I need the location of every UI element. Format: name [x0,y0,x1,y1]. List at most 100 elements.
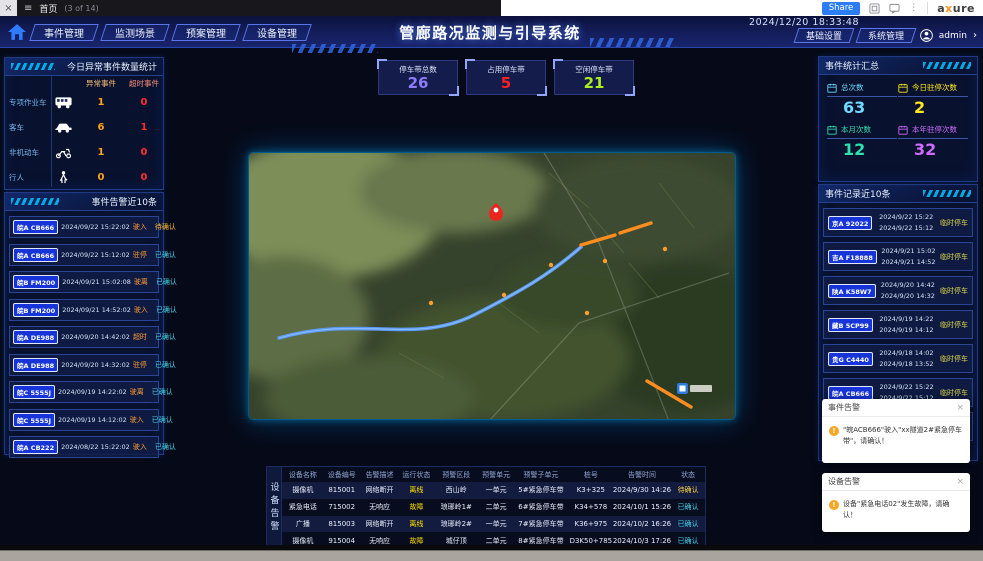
table-header-cell: 桩号 [569,467,613,482]
table-cell: K3+325 [569,482,613,499]
license-plate[interactable]: 皖A CB222 [13,440,58,454]
license-plate[interactable]: 皖A CB666 [13,220,58,234]
overtime-count: 0 [125,147,163,158]
sitemap-menu-icon[interactable]: ≡ [24,3,32,14]
settings-nav-button[interactable]: 基础设置 [793,28,854,43]
username[interactable]: admin [939,31,967,41]
user-avatar-icon[interactable] [920,29,933,42]
axure-logo: axure [937,2,975,15]
popup-title: 事件告警 [828,402,860,413]
license-plate[interactable]: 京A 92022 [828,216,872,230]
event-alert-row[interactable]: 皖C 5555J 2024/09/19 14:22:02 驶离 已确认 [9,381,159,403]
event-alert-row[interactable]: 皖B FM200 2024/09/21 14:52:02 驶入 已确认 [9,299,159,321]
status-badge: 已确认 [151,332,176,342]
table-header-cell: 告警时间 [613,467,671,482]
event-record-row[interactable]: 陕A K58W7 2024/9/20 14:422024/9/20 14:32 … [823,276,973,305]
event-alert-row[interactable]: 皖B FM200 2024/09/21 15:02:08 驶离 已确认 [9,271,159,293]
license-plate[interactable]: 皖C 5555J [13,385,55,399]
event-time: 2024/09/20 14:42:02 [61,333,130,341]
record-type: 临时停车 [940,218,968,228]
nav-button[interactable]: 事件管理 [29,24,99,41]
summary-grid: 总次数 63 今日驻停次数 2 本月次数 12 [819,75,977,158]
nav-button[interactable]: 预案管理 [171,24,241,41]
user-menu-arrow-icon[interactable]: › [973,30,977,41]
event-alert-row[interactable]: 皖A CB666 2024/09/22 15:12:02 驻停 已确认 [9,244,159,266]
page-count: (3 of 14) [64,4,98,13]
popup-title: 设备告警 [828,476,860,487]
calendar-icon [898,83,908,93]
table-row[interactable]: 摄像机815001网络断开离线西山岭一单元5#紧急停车带K3+3252024/9… [282,482,705,499]
license-plate[interactable]: 陕A K58W7 [828,284,876,298]
stat-row: 非机动车 1 0 [5,140,163,165]
license-plate[interactable]: 皖C 5555J [13,413,55,427]
summary-label: 本月次数 [841,124,871,135]
event-time: 2024/09/19 14:22:02 [58,388,127,396]
warning-icon: ! [829,426,839,436]
table-cell: K34+578 [569,499,613,516]
table-cell: 一单元 [479,482,513,499]
console-icon[interactable] [869,3,880,14]
event-time: 2024/08/22 15:22:02 [61,443,130,451]
nav-button[interactable]: 设备管理 [242,24,312,41]
event-time: 2024/09/19 14:12:02 [58,416,127,424]
status-badge: 已确认 [152,277,177,287]
license-plate[interactable]: 皖A CB666 [13,248,58,262]
event-type: 驶入 [133,442,148,452]
table-row[interactable]: 广播815003网络断开离线琅琊岭2#一单元7#紧急停车带K36+9752024… [282,516,705,533]
event-alert-row[interactable]: 皖A CB666 2024/09/22 15:22:02 驶入 待确认 [9,216,159,238]
event-alert-row[interactable]: 皖C 5555J 2024/09/19 14:12:02 驶入 已确认 [9,409,159,431]
close-icon[interactable]: × [0,0,17,16]
event-alert-row[interactable]: 皖A DE988 2024/09/20 14:42:02 超时 已确认 [9,326,159,348]
license-plate[interactable]: 吉A F18888 [828,250,877,264]
event-type: 驶入 [134,305,149,315]
summary-value: 63 [843,100,898,116]
event-alert-row[interactable]: 皖A DE988 2024/09/20 14:32:02 驻停 已确认 [9,354,159,376]
table-cell: 摄像机 [282,482,324,499]
event-type: 驻停 [133,250,148,260]
table-cell: 无响应 [360,499,400,516]
stat-box: 停车带总数 26 [378,60,458,95]
home-icon[interactable] [8,24,26,40]
event-record-row[interactable]: 贵G C4440 2024/9/18 14:022024/9/18 13:52 … [823,344,973,373]
summary-label: 今日驻停次数 [912,82,957,93]
abnormal-count: 0 [77,172,125,183]
license-plate[interactable]: 皖A CB666 [828,386,873,400]
table-cell: 已确认 [671,516,705,533]
event-alert-row[interactable]: 皖A CB222 2024/08/22 15:22:02 驶入 已确认 [9,436,159,458]
license-plate[interactable]: 藏B 5CP99 [828,318,873,332]
col-abnormal: 异常事件 [77,78,125,89]
table-row[interactable]: 紧急电话715002无响应故障琅琊岭1#二单元6#紧急停车带K34+578202… [282,499,705,516]
map-satellite[interactable] [248,152,736,420]
table-cell: 2024/9/30 14:26 [613,482,671,499]
category-label: 客车 [5,122,49,133]
license-plate[interactable]: 贵G C4440 [828,352,873,366]
nav-button[interactable]: 监测场景 [100,24,170,41]
event-record-row[interactable]: 藏B 5CP99 2024/9/19 14:222024/9/19 14:12 … [823,310,973,339]
license-plate[interactable]: 皖B FM200 [13,303,59,317]
close-icon[interactable]: × [956,403,964,413]
event-record-row[interactable]: 吉A F18888 2024/9/21 15:022024/9/21 14:52… [823,242,973,271]
license-plate[interactable]: 皖A DE988 [13,358,58,372]
close-icon[interactable]: × [956,477,964,487]
page-title-bar: ≡ 首页 (3 of 14) [17,0,501,16]
settings-nav-button[interactable]: 系统管理 [855,28,916,43]
event-record-row[interactable]: 京A 92022 2024/9/22 15:222024/9/22 15:12 … [823,208,973,237]
event-time: 2024/09/21 15:02:08 [62,278,131,286]
event-time: 2024/09/21 14:52:02 [62,306,131,314]
browser-toolbar-right: Share ⋮ axure [822,0,983,16]
comment-icon[interactable] [889,3,900,14]
table-side-label: 设备告警 [267,467,282,549]
event-summary-panel: 事件统计汇总 总次数 63 今日驻停次数 2 [818,56,978,182]
overtime-count: 0 [125,172,163,183]
panel-title: 事件记录近10条 [825,187,890,200]
table-cell: 离线 [399,516,433,533]
table-cell: 已确认 [671,499,705,516]
share-button[interactable]: Share [822,2,861,15]
more-options-icon[interactable]: ⋮ [909,3,918,13]
license-plate[interactable]: 皖A DE988 [13,330,58,344]
app-header: 事件管理监测场景预案管理设备管理 管廊路况监测与引导系统 2024/12/20 … [0,16,983,48]
table-header-row: 设备名称设备编号告警描述运行状态预警区段预警单元预警子单元桩号告警时间状态 [282,467,705,482]
license-plate[interactable]: 皖B FM200 [13,275,59,289]
record-type: 临时停车 [940,252,968,262]
status-badge: 已确认 [148,387,173,397]
